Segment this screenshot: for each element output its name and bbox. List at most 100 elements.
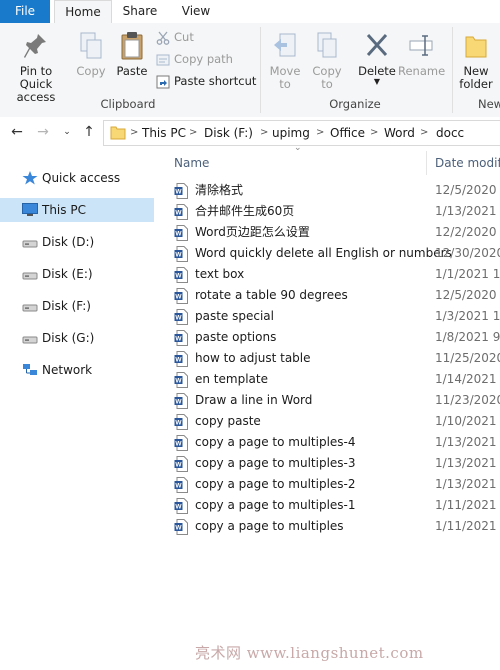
nav-item-label: Disk (F:) <box>42 299 91 313</box>
tab-home[interactable]: Home <box>54 0 112 25</box>
chevron-down-icon[interactable]: ⌄ <box>58 123 76 141</box>
file-date-modified: 12/2/2020 5: <box>435 225 500 239</box>
file-date-modified: 1/13/2021 9: <box>435 204 500 218</box>
breadcrumb-separator-icon[interactable]: > <box>316 121 324 145</box>
breadcrumb-upimg[interactable]: upimg <box>272 121 310 145</box>
tab-view[interactable]: View <box>170 0 222 23</box>
file-row[interactable]: Wpaste options 1/8/2021 9:0 <box>160 327 500 348</box>
file-name: copy a page to multiples-2 <box>195 477 356 491</box>
file-row[interactable]: W Word页边距怎么设置 12/2/2020 5: <box>160 222 500 243</box>
column-separator[interactable] <box>426 151 427 175</box>
file-row[interactable]: Wcopy a page to multiples-1 1/11/2021 10 <box>160 495 500 516</box>
file-row[interactable]: Wcopy a page to multiples-3 1/13/2021 1: <box>160 453 500 474</box>
pin-to-quick-access-button[interactable]: Pin to Quick access <box>2 31 70 104</box>
rename-button[interactable]: Rename <box>398 31 446 78</box>
svg-text:W: W <box>175 273 182 280</box>
breadcrumb-separator-icon[interactable]: > <box>260 121 268 145</box>
word-document-icon: W <box>174 477 188 493</box>
column-header-date[interactable]: Date modifie <box>435 151 500 175</box>
file-date-modified: 1/1/2021 10: <box>435 267 500 281</box>
file-row[interactable]: W 清除格式 12/5/2020 10 <box>160 180 500 201</box>
delete-dropdown-icon[interactable]: ▼ <box>356 78 398 86</box>
breadcrumb-this-pc[interactable]: This PC <box>142 121 186 145</box>
file-row[interactable]: W Draw a line in Word 11/23/2020 1 <box>160 390 500 411</box>
arrow-right-icon[interactable]: → <box>34 123 52 141</box>
file-date-modified: 1/13/2021 11 <box>435 435 500 449</box>
file-row[interactable]: Wcopy a page to multiples-4 1/13/2021 11 <box>160 432 500 453</box>
delete-button[interactable]: Delete ▼ <box>356 31 398 86</box>
breadcrumb-word[interactable]: Word <box>384 121 415 145</box>
file-row[interactable]: Wen template 1/14/2021 11 <box>160 369 500 390</box>
file-row[interactable]: Wtext box 1/1/2021 10: <box>160 264 500 285</box>
svg-text:W: W <box>175 525 182 532</box>
file-date-modified: 1/3/2021 12: <box>435 309 500 323</box>
tab-file[interactable]: File <box>0 0 50 23</box>
svg-text:W: W <box>175 378 182 385</box>
file-row[interactable]: Wcopy a page to multiples 1/11/2021 5: <box>160 516 500 537</box>
file-name: paste options <box>195 330 277 344</box>
clipboard-group-label: Clipboard <box>100 97 156 111</box>
word-document-icon: W <box>174 519 188 535</box>
column-header-name[interactable]: Name <box>174 151 209 175</box>
svg-text:W: W <box>175 294 182 301</box>
new-folder-label-line2: folder <box>459 77 493 91</box>
nav-item-label: Quick access <box>42 171 121 185</box>
file-row[interactable]: W 合并邮件生成60页 1/13/2021 9: <box>160 201 500 222</box>
file-name: text box <box>195 267 245 281</box>
arrow-up-icon[interactable]: ↑ <box>80 123 98 141</box>
breadcrumb-separator-icon[interactable]: > <box>370 121 378 145</box>
nav-item-network[interactable]: Network <box>0 358 154 382</box>
file-date-modified: 1/11/2021 10 <box>435 498 500 512</box>
pin-label-line2: access <box>16 90 56 104</box>
nav-item-disk-g[interactable]: Disk (G:) <box>0 326 154 350</box>
drive-icon <box>22 240 38 248</box>
nav-item-label: Disk (G:) <box>42 331 95 345</box>
breadcrumb-separator-icon[interactable]: > <box>189 121 197 145</box>
breadcrumb-disk-f[interactable]: Disk (F:) <box>204 121 253 145</box>
file-row[interactable]: Wcopy paste 1/10/2021 12 <box>160 411 500 432</box>
file-row[interactable]: Whow to adjust table 11/25/2020 1 <box>160 348 500 369</box>
file-name: copy a page to multiples <box>195 519 344 533</box>
pin-label-line1: Pin to Quick <box>19 64 53 91</box>
nav-item-quick-access[interactable]: Quick access <box>0 166 154 190</box>
breadcrumb-separator-icon[interactable]: > <box>130 121 138 145</box>
ribbon-home-panel: Pin to Quick access Copy Paste Cut Copy … <box>0 23 500 118</box>
file-row[interactable]: Wpaste special 1/3/2021 12: <box>160 306 500 327</box>
svg-text:W: W <box>175 210 182 217</box>
pin-icon <box>24 34 46 58</box>
breadcrumb-office[interactable]: Office <box>330 121 365 145</box>
word-document-icon: W <box>174 267 188 283</box>
cut-button[interactable]: Cut <box>156 28 194 46</box>
move-to-button[interactable]: Move to <box>266 31 304 91</box>
paste-button[interactable]: Paste <box>114 31 150 78</box>
star-icon <box>22 171 38 185</box>
file-row[interactable]: Wrotate a table 90 degrees 12/5/2020 4: <box>160 285 500 306</box>
copy-to-button[interactable]: Copy to <box>308 31 346 91</box>
arrow-left-icon[interactable]: ← <box>8 123 26 141</box>
breadcrumb-separator-icon[interactable]: > <box>420 121 428 145</box>
nav-item-label: Disk (E:) <box>42 267 93 281</box>
breadcrumb-docc[interactable]: docc <box>436 121 464 145</box>
file-row[interactable]: Wcopy a page to multiples-2 1/13/2021 9: <box>160 474 500 495</box>
word-document-icon: W <box>174 456 188 472</box>
nav-item-disk-e[interactable]: Disk (E:) <box>0 262 154 286</box>
word-document-icon: W <box>174 204 188 220</box>
paste-shortcut-button[interactable]: Paste shortcut <box>156 72 256 90</box>
copy-button[interactable]: Copy <box>74 31 108 78</box>
file-list: ⌄ Name Date modifie W 清除格式 12/5/2020 10 W 合并… <box>160 143 500 670</box>
clipboard-icon <box>121 32 143 60</box>
nav-item-this-pc[interactable]: This PC <box>0 198 154 222</box>
word-document-icon: W <box>174 288 188 304</box>
file-name: rotate a table 90 degrees <box>195 288 348 302</box>
file-row[interactable]: W Word quickly delete all English or numb… <box>160 243 500 264</box>
folder-icon <box>110 126 126 140</box>
tab-share[interactable]: Share <box>115 0 165 23</box>
nav-item-disk-d[interactable]: Disk (D:) <box>0 230 154 254</box>
file-name: 合并邮件生成60页 <box>195 204 295 218</box>
new-folder-button[interactable]: New folder <box>456 31 496 91</box>
copy-path-button[interactable]: Copy path <box>156 50 233 68</box>
word-document-icon: W <box>174 309 188 325</box>
move-to-label-line2: to <box>279 77 291 91</box>
rename-label: Rename <box>398 64 446 78</box>
nav-item-disk-f[interactable]: Disk (F:) <box>0 294 154 318</box>
